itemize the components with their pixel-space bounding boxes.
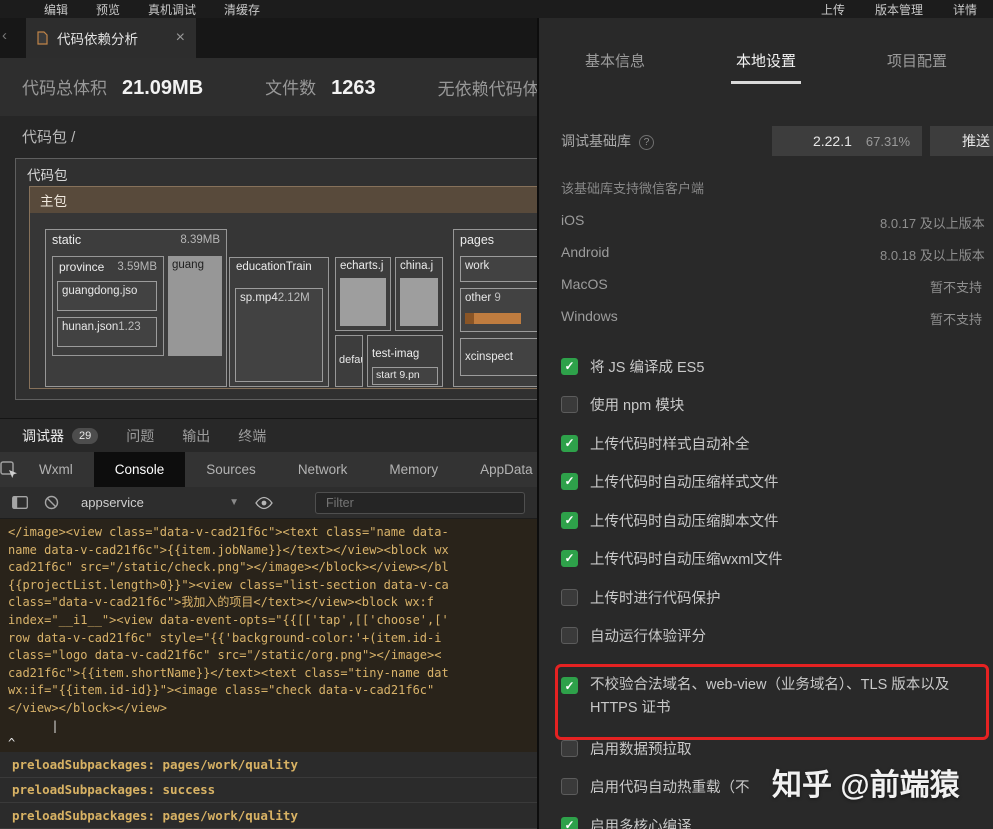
warning-count-badge: 29 (72, 427, 99, 444)
checkbox[interactable] (561, 816, 578, 829)
platform-row-macos: MacOS 暂不支持 (561, 276, 983, 295)
treemap-box-hunan[interactable]: hunan.json1.23 (57, 317, 157, 347)
option-skip-domain-check[interactable]: 不校验合法域名、web-view（业务域名）、TLS 版本以及 HTTPS 证书 (561, 674, 985, 732)
treemap-block-province[interactable]: province 3.59MB guangdong.jso hunan.json1… (52, 256, 164, 356)
treemap-box-guangdong[interactable]: guangdong.jso (57, 281, 157, 311)
option-auto-audit[interactable]: 自动运行体验评分 (561, 616, 985, 654)
treemap-fill (340, 278, 386, 326)
panel-tab-output[interactable]: 输出 (182, 426, 210, 446)
inspect-element-icon[interactable] (0, 452, 18, 487)
settings-tab-bar: 基本信息 本地设置 项目配置 (539, 38, 993, 84)
file-icon (37, 31, 48, 45)
option-npm-module[interactable]: 使用 npm 模块 (561, 385, 985, 423)
treemap-block-static[interactable]: static 8.39MB province 3.59MB guangdong.js… (45, 229, 227, 387)
panel-tab-terminal[interactable]: 终端 (238, 426, 266, 446)
base-library-version-select[interactable]: 2.22.1 67.31% (772, 126, 922, 156)
treemap-orange-bar (465, 313, 521, 324)
base-library-note: 该基础库支持微信客户端 (561, 181, 705, 196)
platform-support-list: iOS 8.0.17 及以上版本 Android 8.0.18 及以上版本 Ma… (539, 204, 993, 332)
tab-wxml[interactable]: Wxml (18, 452, 94, 487)
checkbox[interactable] (561, 739, 578, 757)
option-compile-es5[interactable]: 将 JS 编译成 ES5 (561, 347, 985, 385)
console-output: </image><view class="data-v-cad21f6c"><t… (0, 519, 537, 752)
checkbox[interactable] (561, 677, 578, 694)
checkbox[interactable] (561, 357, 578, 375)
option-compress-script[interactable]: 上传代码时自动压缩脚本文件 (561, 501, 985, 539)
menu-remote-debug[interactable]: 真机调试 (148, 1, 196, 18)
eye-icon[interactable] (255, 496, 273, 510)
treemap-box-sp-mp4[interactable]: sp.mp42.12M (235, 288, 323, 382)
treemap-block-echarts[interactable]: echarts.j (335, 257, 391, 331)
menu-version-manage[interactable]: 版本管理 (875, 1, 923, 18)
stat-file-count: 文件数 1263 (265, 77, 376, 99)
tab-local-settings[interactable]: 本地设置 (730, 50, 802, 84)
checkbox[interactable] (561, 549, 578, 567)
option-code-protect[interactable]: 上传时进行代码保护 (561, 578, 985, 616)
push-button[interactable]: 推送 (930, 126, 993, 156)
watermark: 知乎 @前端猿 (772, 769, 960, 802)
treemap-box-guang[interactable]: guang (168, 256, 222, 356)
tab-code-dependency-analysis[interactable]: 代码依赖分析 × (26, 18, 196, 58)
base-library-label: 调试基础库 (561, 133, 631, 149)
menu-details[interactable]: 详情 (953, 1, 977, 18)
filter-input[interactable] (315, 491, 525, 514)
option-style-autocomplete[interactable]: 上传代码时样式自动补全 (561, 424, 985, 462)
devtools-tab-bar: Wxml Console Sources Network Memory AppD… (0, 452, 537, 487)
checkbox[interactable] (561, 472, 578, 490)
platform-row-windows: Windows 暂不支持 (561, 308, 983, 327)
checkbox[interactable] (561, 511, 578, 529)
treemap-block-education-train[interactable]: educationTrain sp.mp42.12M (229, 257, 329, 387)
treemap-root-label: 代码包 (27, 168, 68, 183)
tab-title: 代码依赖分析 (57, 32, 138, 47)
menu-bar: 编辑 预览 真机调试 清缓存 上传 版本管理 详情 (0, 0, 993, 18)
help-icon[interactable]: ? (639, 134, 654, 150)
option-compress-wxml[interactable]: 上传代码时自动压缩wxml文件 (561, 539, 985, 577)
tab-network[interactable]: Network (277, 452, 369, 487)
panel-tab-problems[interactable]: 问题 (126, 426, 154, 446)
tab-basic-info[interactable]: 基本信息 (585, 50, 645, 71)
close-icon[interactable]: × (176, 30, 185, 46)
option-multicore-compile[interactable]: 启用多核心编译 (561, 806, 985, 829)
context-selector[interactable]: appservice ▼ (81, 495, 239, 510)
panel-layout-icon[interactable] (12, 496, 28, 509)
tab-sources[interactable]: Sources (185, 452, 277, 487)
panel-tab-debugger[interactable]: 调试器 29 (22, 426, 99, 446)
wechat-devtools-window: 编辑 预览 真机调试 清缓存 上传 版本管理 详情 ‹ 代码依赖分析 × 代码总… (0, 0, 993, 829)
treemap-block-default[interactable]: defau (335, 335, 363, 387)
chevron-down-icon: ▼ (229, 497, 239, 508)
checkbox[interactable] (561, 588, 578, 606)
clear-console-icon[interactable] (44, 495, 59, 510)
stat-total-size: 代码总体积 21.09MB (22, 77, 204, 99)
menu-upload[interactable]: 上传 (821, 1, 845, 18)
tab-memory[interactable]: Memory (368, 452, 459, 487)
treemap-fill (400, 278, 438, 326)
tab-console[interactable]: Console (93, 452, 186, 487)
treemap-block-china[interactable]: china.j (395, 257, 443, 331)
console-toolbar: appservice ▼ (0, 487, 537, 519)
chevron-left-icon[interactable]: ‹ (2, 27, 7, 44)
checkbox[interactable] (561, 395, 578, 413)
platform-row-ios: iOS 8.0.17 及以上版本 (561, 212, 985, 231)
menu-edit[interactable]: 编辑 (44, 1, 68, 18)
breadcrumb[interactable]: 代码包 / (22, 126, 75, 147)
checkbox[interactable] (561, 626, 578, 644)
checkbox[interactable] (561, 434, 578, 452)
checkbox[interactable] (561, 777, 578, 795)
treemap-block-test-image[interactable]: test-imag start 9.pn (367, 335, 443, 387)
option-compress-style[interactable]: 上传代码时自动压缩样式文件 (561, 462, 985, 500)
debug-base-library-row: 调试基础库? 2.22.1 67.31% 推送 (561, 126, 993, 156)
tab-project-config[interactable]: 项目配置 (887, 50, 947, 71)
menu-preview[interactable]: 预览 (96, 1, 120, 18)
treemap-box-start9[interactable]: start 9.pn (372, 367, 438, 385)
settings-panel: 基本信息 本地设置 项目配置 调试基础库? 2.22.1 67.31% 推送 该… (537, 18, 993, 829)
platform-row-android: Android 8.0.18 及以上版本 (561, 244, 985, 263)
menu-clear-cache[interactable]: 清缓存 (224, 1, 260, 18)
